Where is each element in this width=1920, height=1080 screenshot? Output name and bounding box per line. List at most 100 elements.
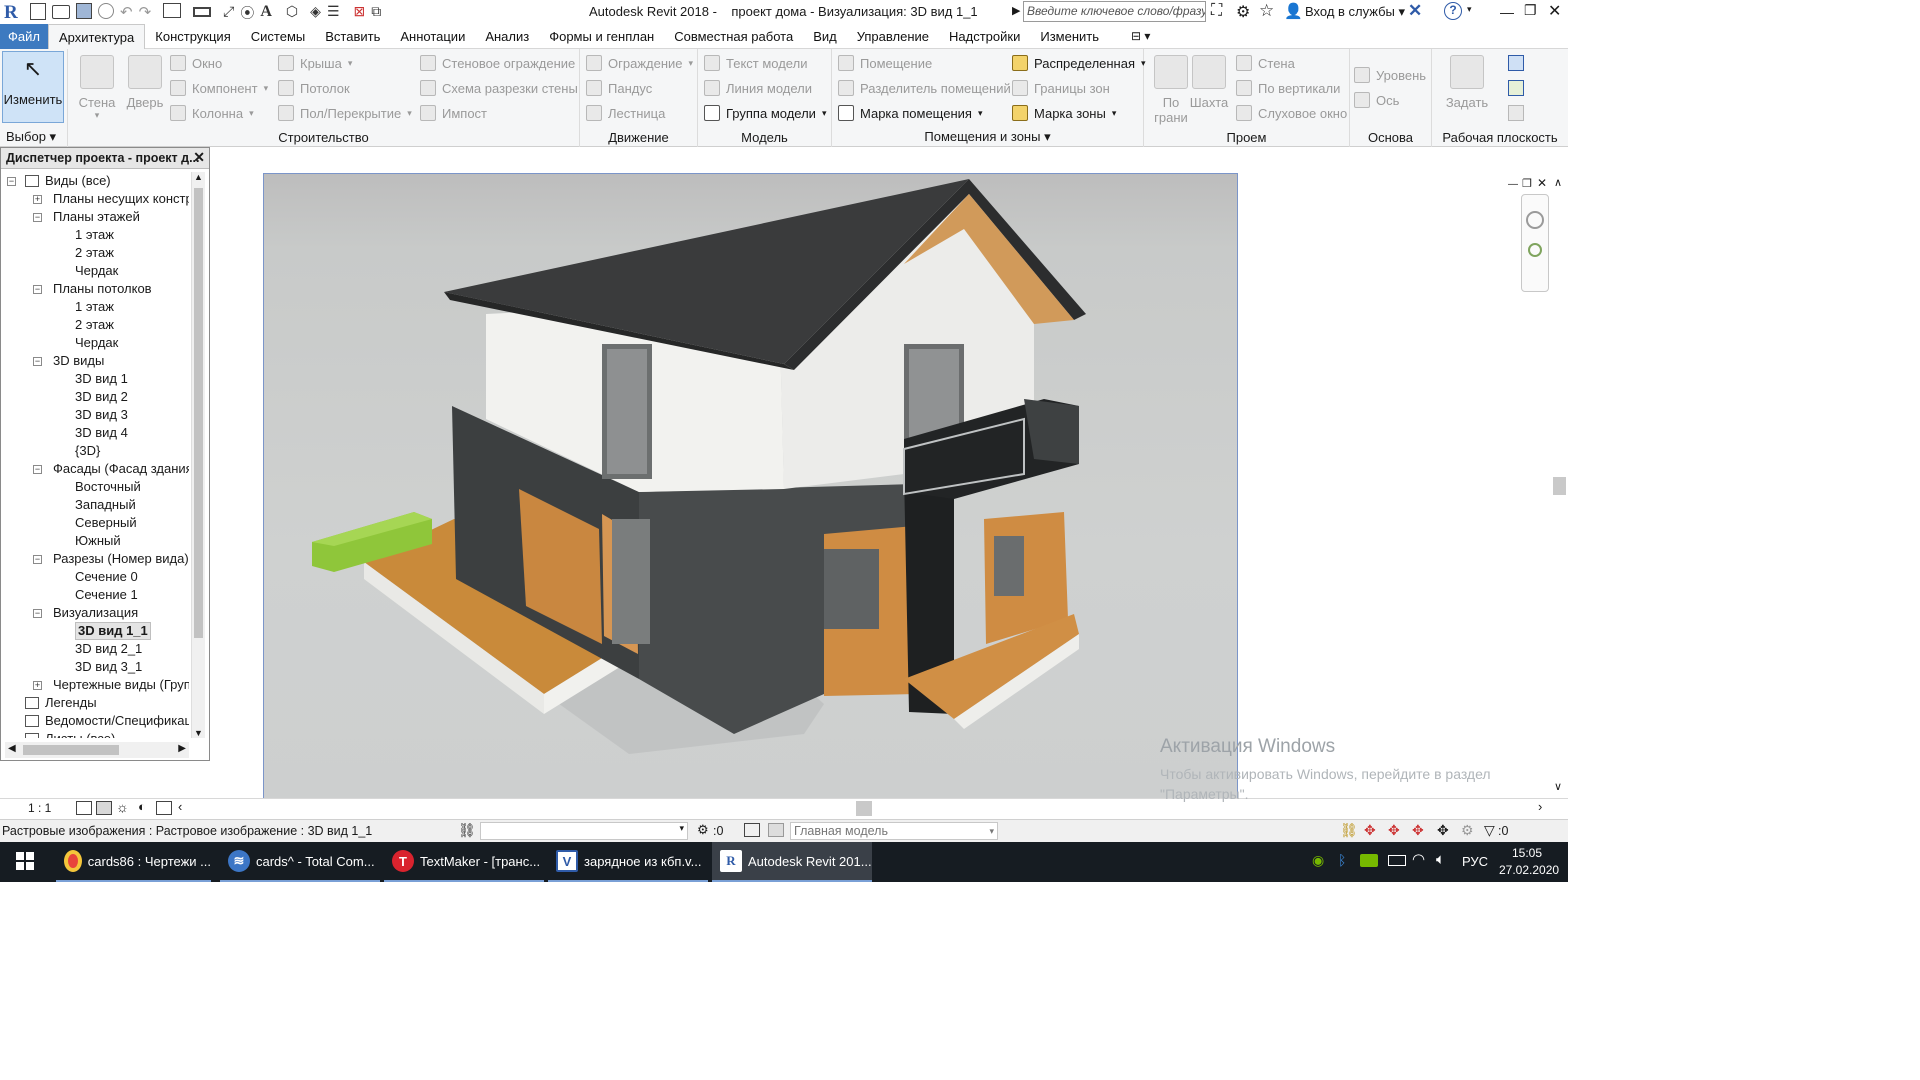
- zoom-icon[interactable]: [1528, 243, 1542, 257]
- drag-elements-icon[interactable]: ✥: [1437, 822, 1449, 839]
- area-boundary-button[interactable]: Границы зон: [1012, 80, 1110, 96]
- panel-select-label[interactable]: Выбор ▾: [0, 129, 67, 145]
- taskbar-item-textmaker[interactable]: T TextMaker - [транс...: [384, 842, 544, 882]
- room-tag-button[interactable]: Марка помещения ▾: [838, 105, 982, 121]
- battery-icon[interactable]: [1388, 855, 1406, 866]
- tree-item[interactable]: Листы (все): [1, 730, 189, 738]
- tab-file[interactable]: Файл: [0, 23, 48, 49]
- favorites-star-icon[interactable]: ☆: [1259, 1, 1274, 21]
- shaft-button[interactable]: Шахта: [1188, 51, 1230, 110]
- section-icon[interactable]: ◈: [310, 3, 321, 23]
- collapse-icon[interactable]: −: [33, 357, 42, 366]
- component-button[interactable]: Компонент ▾: [170, 80, 268, 96]
- tree-item[interactable]: 3D вид 1: [1, 370, 189, 388]
- design-option-select[interactable]: Главная модель ▾: [790, 822, 998, 840]
- search-input[interactable]: Введите ключевое слово/фразу: [1023, 1, 1206, 22]
- ramp-button[interactable]: Пандус: [586, 80, 652, 96]
- render-icon[interactable]: [156, 801, 172, 815]
- tree-item[interactable]: − Визуализация: [1, 604, 189, 622]
- tab-modify[interactable]: Изменить: [1030, 24, 1109, 49]
- view-bar-left-arrow-icon[interactable]: ‹: [178, 799, 182, 814]
- scroll-down-icon[interactable]: ▼: [192, 728, 205, 738]
- design-options-icon[interactable]: [744, 823, 760, 837]
- taskbar-item-total-commander[interactable]: ≋ cards^ - Total Com...: [220, 842, 380, 882]
- tab-addins[interactable]: Надстройки: [939, 24, 1030, 49]
- taskbar-item-chrome[interactable]: cards86 : Чертежи ...: [56, 842, 211, 882]
- tab-view[interactable]: Вид: [803, 24, 847, 49]
- view-minimize-icon[interactable]: —: [1508, 179, 1518, 190]
- volume-icon[interactable]: 🔈︎: [1436, 851, 1445, 868]
- collapse-icon[interactable]: −: [33, 555, 42, 564]
- editing-requests-icon[interactable]: ⚙: [697, 822, 709, 838]
- show-workplane-icon[interactable]: [1508, 55, 1524, 71]
- tree-item[interactable]: + Планы несущих констру: [1, 190, 189, 208]
- window-button[interactable]: Окно: [170, 55, 222, 71]
- print-icon[interactable]: [163, 3, 182, 18]
- tab-collaborate[interactable]: Совместная работа: [664, 24, 803, 49]
- tree-item[interactable]: 2 этаж: [1, 316, 189, 334]
- wall-button[interactable]: Стена ▾: [76, 51, 118, 121]
- curtain-system-button[interactable]: Стеновое ограждение: [420, 55, 575, 71]
- stair-button[interactable]: Лестница: [586, 105, 665, 121]
- tree-item[interactable]: 3D вид 3_1: [1, 658, 189, 676]
- scroll-right-icon[interactable]: ▶: [178, 743, 186, 754]
- view-h-scroll-thumb[interactable]: [856, 801, 872, 816]
- tree-item[interactable]: − Фасады (Фасад здания): [1, 460, 189, 478]
- tree-item[interactable]: − Планы потолков: [1, 280, 189, 298]
- expand-icon[interactable]: +: [33, 195, 42, 204]
- viewer-icon[interactable]: [1508, 105, 1524, 121]
- tab-manage[interactable]: Управление: [847, 24, 939, 49]
- tree-horizontal-scrollbar[interactable]: ◀ ▶: [5, 742, 189, 758]
- ceiling-button[interactable]: Потолок: [278, 80, 350, 96]
- language-indicator[interactable]: РУС: [1462, 854, 1488, 869]
- tree-item[interactable]: − Планы этажей: [1, 208, 189, 226]
- h-scroll-thumb[interactable]: [23, 745, 119, 755]
- door-button[interactable]: Дверь: [124, 51, 166, 110]
- room-button[interactable]: Помещение: [838, 55, 932, 71]
- start-button[interactable]: [16, 852, 34, 870]
- ref-plane-icon[interactable]: [1508, 80, 1524, 96]
- thin-lines-icon[interactable]: ☰: [327, 3, 340, 23]
- infocenter-arrow-icon[interactable]: ▶: [1012, 4, 1020, 17]
- model-text-button[interactable]: Текст модели: [704, 55, 807, 71]
- signin-button[interactable]: Вход в службы ▾: [1305, 4, 1405, 20]
- model-group-button[interactable]: Группа модели ▾: [704, 105, 826, 121]
- measure-icon[interactable]: [193, 7, 212, 17]
- tab-insert[interactable]: Вставить: [315, 24, 390, 49]
- roof-button[interactable]: Крыша ▾: [278, 55, 352, 71]
- wall-opening-button[interactable]: Стена: [1236, 55, 1295, 71]
- tree-item[interactable]: + Чертежные виды (Групп: [1, 676, 189, 694]
- shadows-icon[interactable]: ◐: [138, 799, 146, 814]
- minimize-button[interactable]: —: [1500, 4, 1514, 20]
- infocenter-binoculars-icon[interactable]: ⛶: [1211, 2, 1222, 20]
- close-hidden-icon[interactable]: ⊠: [354, 3, 366, 23]
- view-close-icon[interactable]: ✕: [1537, 176, 1547, 190]
- select-by-face-icon[interactable]: ✥: [1412, 822, 1424, 839]
- navigation-bar[interactable]: [1521, 194, 1549, 292]
- switch-windows-icon[interactable]: ⧉: [371, 3, 381, 23]
- collapse-icon[interactable]: −: [7, 177, 16, 186]
- subscription-icon[interactable]: ⚙: [1236, 2, 1250, 22]
- open-folder-icon[interactable]: [52, 5, 70, 19]
- clock-date[interactable]: 27.02.2020: [1499, 863, 1559, 877]
- ribbon-minimize-toggle[interactable]: ⊟ ▾: [1131, 29, 1150, 43]
- save-icon[interactable]: [76, 3, 92, 19]
- restore-button[interactable]: ❐: [1524, 2, 1537, 19]
- redo-icon[interactable]: ↷: [139, 3, 152, 23]
- tab-annotate[interactable]: Аннотации: [390, 24, 475, 49]
- tree-item[interactable]: − Виды (все): [1, 172, 189, 190]
- scroll-thumb[interactable]: [194, 188, 203, 638]
- tree-vertical-scrollbar[interactable]: ▲ ▼: [191, 172, 205, 738]
- set-workplane-button[interactable]: Задать: [1444, 51, 1490, 110]
- collapse-icon[interactable]: −: [33, 609, 42, 618]
- scroll-up-icon[interactable]: ▲: [192, 172, 205, 182]
- collapse-icon[interactable]: −: [33, 285, 42, 294]
- clock-time[interactable]: 15:05: [1512, 846, 1542, 860]
- filter-icon[interactable]: ▽: [1484, 822, 1495, 839]
- view-vertical-scroll-thumb[interactable]: [1553, 477, 1566, 495]
- tree-item[interactable]: Южный: [1, 532, 189, 550]
- autodesk-app-icon[interactable]: ✕: [1408, 1, 1422, 21]
- scroll-left-icon[interactable]: ◀: [8, 743, 16, 754]
- tree-item[interactable]: − Разрезы (Номер вида): [1, 550, 189, 568]
- active-option-icon[interactable]: [768, 823, 784, 837]
